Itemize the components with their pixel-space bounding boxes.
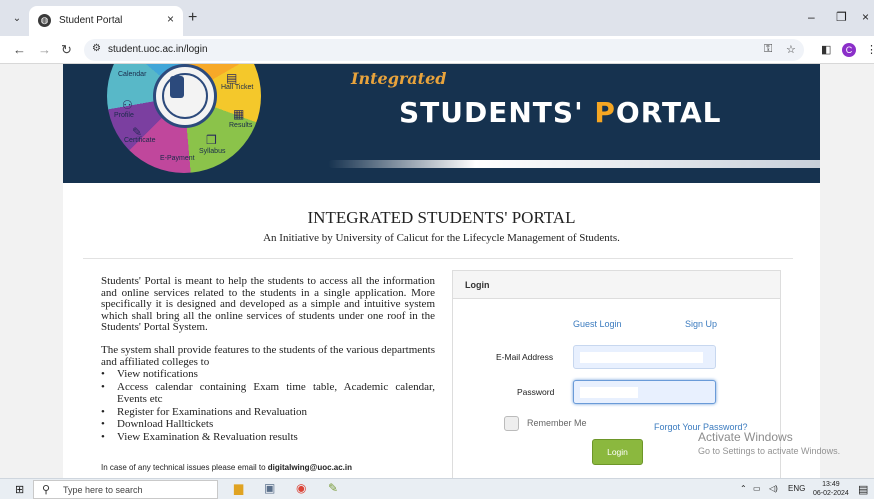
portal-description: Students' Portal is meant to help the st… [101,275,435,443]
password-field[interactable] [573,380,716,404]
wheel-label-calendar: Calendar [118,71,147,78]
profile-avatar[interactable]: C [842,43,856,57]
support-text: In case of any technical issues please e… [101,463,268,472]
divider [83,258,793,259]
banner-title-part-2: ORTAL [615,96,722,129]
wheel-label-syllabus: Syllabus [199,148,226,155]
wheel-label-certificate: Certificate [124,137,156,144]
reload-icon[interactable]: ↻ [61,42,72,58]
search-icon: ⚲ [42,484,51,496]
browser-tab-bar: ⌄ ◍ Student Portal × + – ❐ × [0,0,874,36]
restore-button[interactable]: ❐ [836,10,847,24]
windows-taskbar: ⊞ ⚲ Type here to search ▆ ▣ ◉ ✎ ⌃ ▭ ◁) E… [0,478,874,499]
taskbar-search[interactable]: ⚲ Type here to search [33,480,218,499]
services-wheel-graphic: Calendar ▤ Hall Ticket ⚇ Profile ▦ Resul… [107,64,261,173]
tab-search-chevron-icon[interactable]: ⌄ [8,10,26,28]
sign-up-link[interactable]: Sign Up [685,319,717,329]
wheel-label-results: Results [229,122,253,129]
windows-start-icon[interactable]: ⊞ [15,483,24,496]
feature-item: Download Halltickets [101,418,435,431]
tab-student-portal[interactable]: ◍ Student Portal × [29,6,183,36]
wheel-label-epayment: E-Payment [160,155,195,162]
remember-me-checkbox[interactable] [504,416,519,431]
login-panel-header: Login [453,271,780,299]
clock-date: 06-02-2024 [813,490,849,497]
login-panel-title: Login [465,280,490,290]
feature-item: Access calendar containing Exam time tab… [101,381,435,406]
banner-portal-title: STUDENTS' PORTAL [399,96,721,129]
volume-icon[interactable]: ◁) [769,484,778,493]
banner-integrated-text: Integrated [351,69,447,88]
intro-paragraph-2: The system shall provide features to the… [101,343,435,368]
bookmark-star-icon[interactable]: ☆ [786,43,796,56]
taskbar-search-placeholder[interactable]: Type here to search [63,485,143,495]
url-text[interactable]: student.uoc.ac.in/login [108,44,208,55]
portal-banner: Calendar ▤ Hall Ticket ⚇ Profile ▦ Resul… [63,64,820,183]
close-window-button[interactable]: × [862,10,869,24]
site-info-icon[interactable]: ⚙ [92,43,101,54]
wheel-label-profile: Profile [114,112,134,119]
tab-close-icon[interactable]: × [167,12,174,26]
activate-windows-watermark: Activate Windows [698,430,793,444]
wheel-label-hall-ticket: Hall Ticket [221,84,254,91]
chrome-icon[interactable]: ◉ [296,481,306,495]
syllabus-icon: ❒ [206,133,217,147]
menu-kebab-icon[interactable]: ⋮ [866,43,874,56]
profile-person-icon: ⚇ [122,98,133,112]
address-bar[interactable]: ⚙ student.uoc.ac.in/login ⚿ ☆ [84,39,804,61]
notification-icon[interactable]: ▤ [858,483,868,496]
network-icon[interactable]: ▭ [753,484,761,493]
login-button[interactable]: Login [592,439,643,465]
password-autofill-fill [580,387,638,398]
feature-item: View Examination & Revaluation results [101,431,435,444]
university-seal-icon [153,64,217,128]
banner-title-p: P [594,96,616,129]
password-label: Password [517,387,555,397]
seal-emblem [170,76,184,98]
tab-title: Student Portal [59,15,123,26]
email-label: E-Mail Address [496,352,554,362]
page-subtitle: An Initiative by University of Calicut f… [263,232,620,244]
minimize-button[interactable]: – [808,10,815,24]
task-view-icon[interactable]: ▣ [264,481,275,495]
banner-title-part-1: STUDENTS' [399,96,595,129]
password-key-icon[interactable]: ⚿ [764,43,772,56]
globe-icon: ◍ [38,14,51,27]
page-content: Calendar ▤ Hall Ticket ⚇ Profile ▦ Resul… [63,64,820,478]
guest-login-link[interactable]: Guest Login [573,319,622,329]
feature-item: Register for Examinations and Revaluatio… [101,406,435,419]
remember-me-label[interactable]: Remember Me [527,418,587,428]
seal-ring [162,73,208,119]
file-explorer-icon[interactable]: ▆ [234,481,243,495]
email-autofill-fill [580,352,703,363]
clock-time: 13:49 [822,481,840,488]
sidebar-icon[interactable]: ◧ [821,43,831,56]
banner-swoosh [328,160,820,168]
page-viewport: Calendar ▤ Hall Ticket ⚇ Profile ▦ Resul… [0,64,874,478]
page-title: INTEGRATED STUDENTS' PORTAL [307,208,576,227]
back-arrow-icon[interactable]: ← [13,42,26,57]
browser-toolbar: ← → ↻ ⚙ student.uoc.ac.in/login ⚿ ☆ ◧ C … [0,36,874,64]
new-tab-button[interactable]: + [188,9,197,27]
intro-paragraph-1: Students' Portal is meant to help the st… [101,275,435,334]
email-field[interactable] [573,345,716,369]
tray-chevron-icon[interactable]: ⌃ [740,484,747,493]
feature-list: View notifications Access calendar conta… [101,368,435,443]
support-email[interactable]: digitalwing@uoc.ac.in [268,463,352,472]
language-indicator[interactable]: ENG [788,484,805,493]
hall-ticket-icon: ▤ [226,71,238,85]
taskbar-clock[interactable]: 13:49 06-02-2024 [813,480,849,498]
support-note: In case of any technical issues please e… [101,463,352,472]
results-icon: ▦ [233,107,245,121]
feature-item: View notifications [101,368,435,381]
forward-arrow-icon[interactable]: → [38,42,51,57]
pinned-app-icon[interactable]: ✎ [328,481,338,495]
activate-windows-subtext: Go to Settings to activate Windows. [698,446,841,456]
